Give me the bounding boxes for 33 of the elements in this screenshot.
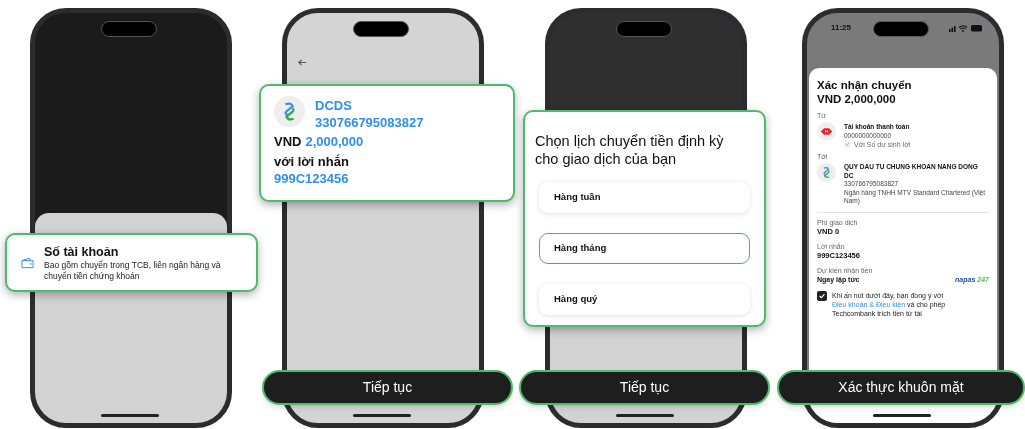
striped-logo-icon bbox=[817, 163, 836, 182]
message-label: với lời nhắn bbox=[274, 153, 350, 170]
back-arrow-icon bbox=[298, 58, 307, 67]
continue-button[interactable]: Tiếp tục bbox=[519, 370, 770, 405]
option-title: Số tài khoản bbox=[44, 243, 120, 260]
wallet-icon bbox=[21, 256, 34, 269]
consent-checkbox[interactable] bbox=[817, 290, 827, 301]
continue-button[interactable]: Xác thực khuôn mặt bbox=[777, 370, 1025, 405]
schedule-option[interactable]: Hàng tuần bbox=[539, 182, 750, 213]
account-number: 330766795083827 bbox=[315, 114, 424, 131]
camera-notch bbox=[353, 21, 409, 37]
currency: VND bbox=[274, 133, 302, 150]
schedule-option[interactable]: Hàng quý bbox=[539, 284, 750, 315]
confirm-amount: VND 2,000,000 bbox=[817, 92, 897, 106]
home-indicator bbox=[616, 414, 674, 417]
camera-notch bbox=[873, 21, 929, 37]
message: 999C123456 bbox=[274, 170, 350, 187]
diamond-logo-icon bbox=[817, 122, 836, 141]
striped-logo-icon bbox=[274, 96, 305, 127]
amount: 2,000,000 bbox=[305, 133, 364, 150]
link-icon bbox=[844, 141, 851, 148]
confirm-title: Xác nhận chuyển bbox=[817, 78, 913, 92]
schedule-option[interactable]: Hàng tháng bbox=[539, 233, 750, 264]
camera-notch bbox=[616, 21, 672, 37]
continue-button[interactable]: Tiếp tục bbox=[262, 370, 513, 405]
status-time: 11:25 bbox=[831, 22, 852, 34]
home-indicator bbox=[101, 414, 159, 417]
home-indicator bbox=[353, 414, 411, 417]
option-description: Bao gồm chuyển trong TCB, liên ngân hàng và chuyển tiền chứng khoán bbox=[44, 259, 222, 282]
status-icons bbox=[949, 24, 983, 32]
camera-notch bbox=[101, 21, 157, 37]
dialog-title: Chọn lịch chuyển tiền định kỳ cho giao dịch của bạn bbox=[535, 132, 725, 168]
recipient-name: DCDS bbox=[315, 97, 353, 114]
